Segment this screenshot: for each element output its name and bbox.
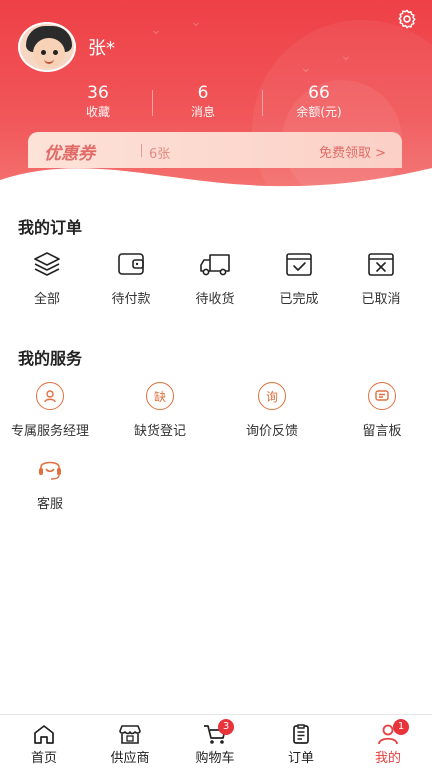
stat-balance[interactable]: 66 余额(元): [269, 82, 369, 120]
bird-decoration: ⌄: [150, 22, 162, 38]
order-cancelled[interactable]: 已取消: [338, 250, 424, 307]
stat-label: 消息: [190, 105, 215, 119]
service-label: 缺货登记: [133, 424, 186, 439]
stat-value: 66: [308, 83, 330, 103]
truck-icon: [200, 254, 230, 276]
cancel-box-icon: [368, 253, 394, 276]
out-of-stock-icon: 缺: [146, 382, 174, 410]
inquiry-icon: 询: [258, 382, 286, 410]
order-pending-receipt[interactable]: 待收货: [172, 250, 258, 307]
headset-icon: [36, 455, 64, 483]
coupon-divider: [141, 144, 142, 157]
check-box-icon: [286, 253, 312, 276]
message-board-icon: [368, 382, 396, 410]
tab-cart[interactable]: 3 购物车: [172, 719, 258, 766]
service-label: 询价反馈: [245, 424, 298, 439]
stat-divider: [262, 90, 263, 116]
coupon-claim-link[interactable]: 免费领取 >: [319, 142, 386, 161]
avatar-eye: [41, 50, 46, 55]
stat-label: 收藏: [85, 105, 110, 119]
tab-home[interactable]: 首页: [1, 723, 87, 766]
stat-value: 6: [197, 83, 209, 103]
tab-supplier[interactable]: 供应商: [87, 723, 173, 766]
order-pending-payment[interactable]: 待付款: [88, 250, 174, 307]
services-section-title: 我的服务: [18, 349, 83, 368]
tab-label: 订单: [287, 751, 314, 766]
order-all[interactable]: 全部: [4, 250, 90, 307]
mine-notification-badge: 1: [393, 719, 409, 735]
service-label: 留言板: [362, 424, 402, 439]
bird-decoration: ⌄: [340, 48, 352, 64]
order-label: 全部: [33, 292, 60, 307]
stat-messages[interactable]: 6 消息: [153, 82, 253, 120]
home-icon: [34, 725, 54, 744]
service-inquiry-feedback[interactable]: 询 询价反馈: [222, 382, 322, 439]
username: 张*: [88, 38, 115, 59]
manager-icon: [36, 382, 64, 410]
header-wave: [0, 168, 432, 210]
service-customer-support[interactable]: 客服: [0, 455, 100, 512]
gear-icon[interactable]: [396, 8, 418, 30]
bird-decoration: ⌄: [190, 14, 202, 30]
avatar[interactable]: [18, 22, 76, 72]
tab-mine[interactable]: 1 我的: [345, 719, 431, 766]
tab-orders[interactable]: 订单: [258, 723, 344, 766]
avatar-eye: [53, 50, 58, 55]
order-label: 待付款: [111, 292, 151, 307]
stat-label: 余额(元): [296, 105, 342, 119]
service-out-of-stock[interactable]: 缺 缺货登记: [110, 382, 210, 439]
bird-decoration: ⌄: [300, 60, 312, 76]
order-completed[interactable]: 已完成: [256, 250, 342, 307]
bottom-tab-bar: 首页 供应商 3 购物车 订单 1 我的: [0, 714, 432, 768]
tab-label: 首页: [30, 751, 57, 766]
wallet-icon: [118, 253, 144, 275]
service-message-board[interactable]: 留言板: [332, 382, 432, 439]
tab-label: 供应商: [110, 751, 150, 766]
order-list-icon: [293, 724, 309, 744]
service-label: 专属服务经理: [10, 424, 89, 439]
order-label: 已取消: [361, 292, 401, 307]
tab-label: 我的: [374, 751, 401, 766]
orders-section-title: 我的订单: [18, 218, 83, 237]
order-label: 待收货: [195, 292, 235, 307]
store-icon: [119, 725, 141, 744]
service-dedicated-manager[interactable]: 专属服务经理: [0, 382, 100, 439]
stats-bar: 36 收藏 6 消息 66 余额(元): [0, 82, 432, 122]
cart-count-badge: 3: [218, 719, 234, 735]
stat-favorites[interactable]: 36 收藏: [48, 82, 148, 120]
stat-value: 36: [87, 83, 109, 103]
tab-label: 购物车: [195, 751, 235, 766]
layers-icon: [34, 252, 60, 276]
order-label: 已完成: [279, 292, 319, 307]
service-label: 客服: [36, 497, 63, 512]
